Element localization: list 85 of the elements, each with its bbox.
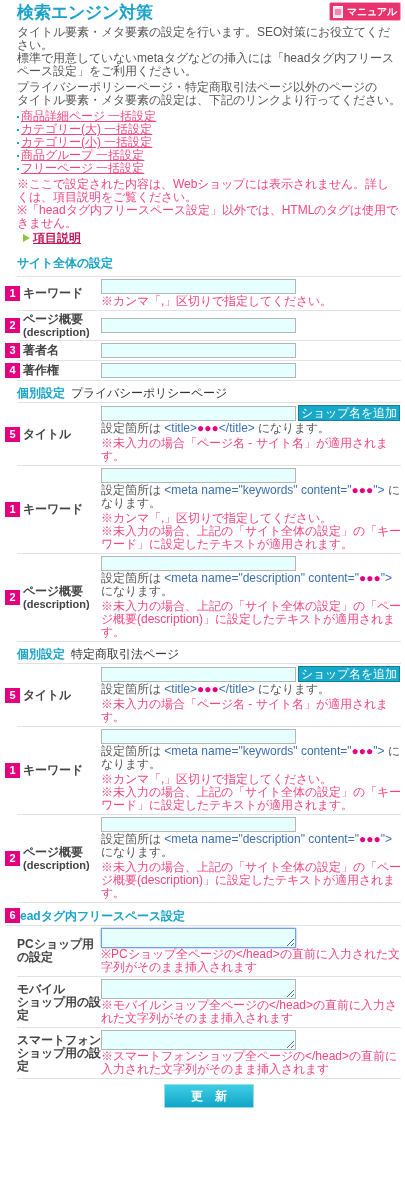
number-badge: 1 — [5, 763, 20, 778]
field-sublabel: (description) — [23, 859, 90, 871]
number-badge: 6 — [5, 908, 20, 923]
note-text: ※「headタグ内フリースペース設定」以外では、HTMLのタグは使用できません。 — [17, 204, 400, 230]
note-text: ※PCショップ全ページの</head>の直前に入力された文字列がそのまま挿入されます — [101, 948, 401, 974]
page-name: プライバシーポリシーページ — [71, 386, 227, 400]
number-badge: 5 — [5, 687, 20, 703]
field-label: ショップ用の設定 — [17, 1046, 101, 1073]
section-heading: eadタグ内フリースペース設定 — [20, 908, 185, 923]
field-label: キーワード — [23, 287, 83, 300]
section-heading: 個別設定 — [17, 647, 65, 661]
field-label: スマートフォン — [17, 1033, 101, 1047]
bulk-setting-link[interactable]: カテゴリー(小) 一括設定 — [21, 136, 153, 149]
intro-text: プライバシーポリシーページ・特定商取引法ページ以外のページの — [17, 81, 378, 94]
textarea-field[interactable] — [101, 1030, 296, 1050]
text-input[interactable] — [101, 666, 296, 682]
section-heading: サイト全体の設定 — [17, 256, 113, 270]
note-text: ※未入力の場合、上記の「サイト全体の設定」の「キーワード」に設定したテキストが適用されます。 — [101, 525, 401, 551]
number-badge: 2 — [5, 851, 20, 866]
bulk-setting-link[interactable]: フリーページ 一括設定 — [21, 162, 145, 175]
hint-text: 設定箇所は <title>●●●</title> になります。 — [101, 422, 332, 435]
note-text: ※未入力の場合「ページ名 - サイト名」が適用されます。 — [101, 437, 389, 463]
note-text: ※未入力の場合、上記の「サイト全体の設定」の「キーワード」に設定したテキストが適用されます。 — [101, 786, 401, 812]
hint-text: 設定箇所は <meta name="description" content="●●●"> になります。 — [101, 572, 393, 598]
note-text: ※スマートフォンショップ全ページの</head>の直前に入力された文字列がそのまま挿入されます — [101, 1050, 399, 1076]
note-text: ※カンマ「,」区切りで指定してください。 — [101, 295, 334, 308]
text-input[interactable] — [101, 363, 296, 378]
section-heading: 個別設定 — [17, 386, 65, 400]
bulk-setting-link[interactable]: 商品グループ 一括設定 — [21, 149, 145, 162]
text-input[interactable] — [101, 817, 296, 832]
number-badge: 2 — [5, 590, 20, 605]
intro-text: タイトル要素・メタ要素の設定は、下記のリンクより行ってください。 — [17, 94, 401, 107]
number-badge: 5 — [5, 426, 20, 442]
field-label: 著作権 — [23, 364, 59, 377]
field-label: 著者名 — [23, 344, 59, 357]
field-label: タイトル — [23, 427, 71, 441]
text-input[interactable] — [101, 343, 296, 358]
number-badge: 1 — [5, 286, 20, 301]
note-text: ※未入力の場合、上記の「サイト全体の設定」の「ページ概要(description)」に設定したテキストが適用されます。 — [101, 600, 401, 639]
note-text: ※モバイルショップ全ページの</head>の直前に入力された文字列がそのまま挿入されます — [101, 999, 399, 1025]
intro-text: タイトル要素・メタ要素の設定を行います。SEO対策にお役立てください。 — [17, 26, 392, 52]
field-sublabel: (description) — [23, 598, 90, 610]
add-shop-name-button[interactable]: ショップ名を追加 — [298, 666, 400, 682]
update-button[interactable]: 更 新 — [164, 1084, 254, 1108]
field-label: ページ概要 — [23, 585, 84, 598]
field-label: ページ概要 — [23, 846, 84, 859]
note-text: ※カンマ「,」区切りで指定してください。 — [101, 512, 334, 525]
intro-text: 標準で用意していないmetaタグなどの挿入には「headタグ内フリースペース設定」をご利用ください。 — [17, 52, 396, 78]
field-sublabel: (description) — [23, 326, 90, 338]
note-text: ※カンマ「,」区切りで指定してください。 — [101, 773, 334, 786]
field-label: ページ概要 — [23, 313, 84, 326]
text-input[interactable] — [101, 318, 296, 333]
bulk-setting-link[interactable]: カテゴリー(大) 一括設定 — [21, 123, 153, 136]
field-label: キーワード — [23, 764, 83, 777]
number-badge: 3 — [5, 343, 20, 358]
field-label: ショップ用の設定 — [17, 995, 101, 1022]
manual-button[interactable]: マニュアル — [329, 2, 401, 21]
note-text: ※未入力の場合「ページ名 - サイト名」が適用されます。 — [101, 698, 389, 724]
hint-text: 設定箇所は <meta name="keywords" content="●●●"> になります。 — [101, 745, 401, 771]
number-badge: 1 — [5, 502, 20, 517]
page-title: 検索エンジン対策 — [17, 2, 153, 23]
hint-text: 設定箇所は <meta name="description" content="●●●"> になります。 — [101, 833, 393, 859]
textarea-field[interactable] — [101, 979, 296, 999]
number-badge: 4 — [5, 363, 20, 378]
textarea-field[interactable] — [101, 928, 296, 948]
hint-text: 設定箇所は <title>●●●</title> になります。 — [101, 683, 332, 696]
text-input[interactable] — [101, 556, 296, 571]
field-label: モバイル — [17, 982, 65, 996]
triangle-icon — [23, 234, 30, 242]
note-text: ※未入力の場合、上記の「サイト全体の設定」の「ページ概要(description)」に設定したテキストが適用されます。 — [101, 861, 401, 900]
field-label: タイトル — [23, 688, 71, 702]
number-badge: 2 — [5, 318, 20, 333]
document-icon — [333, 5, 343, 18]
hint-text: 設定箇所は <meta name="keywords" content="●●●"> になります。 — [101, 484, 401, 510]
text-input[interactable] — [101, 279, 296, 294]
bulk-setting-link[interactable]: 商品詳細ページ 一括設定 — [21, 110, 157, 123]
help-link[interactable]: 項目説明 — [33, 231, 81, 245]
text-input[interactable] — [101, 468, 296, 483]
add-shop-name-button[interactable]: ショップ名を追加 — [298, 405, 400, 421]
text-input[interactable] — [101, 405, 296, 421]
text-input[interactable] — [101, 729, 296, 744]
note-text: ※ここで設定された内容は、Webショップには表示されません。詳しくは、項目説明をご覧ください。 — [17, 178, 391, 204]
field-label: PCショップ用の設定 — [17, 938, 95, 964]
page-name: 特定商取引法ページ — [71, 647, 179, 661]
field-label: キーワード — [23, 503, 83, 516]
